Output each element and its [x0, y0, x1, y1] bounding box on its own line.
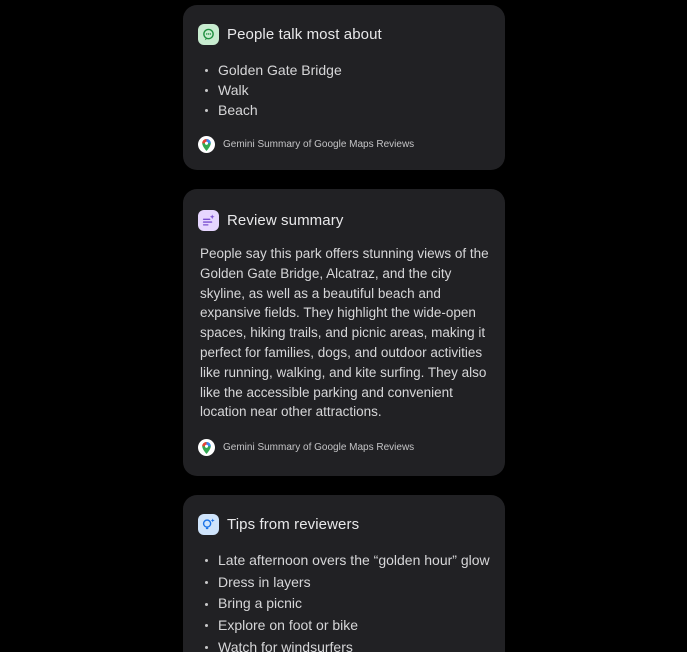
- people-talk-about-card: People talk most about Golden Gate Bridg…: [183, 5, 505, 170]
- tip-item: Explore on foot or bike: [203, 615, 490, 637]
- topic-item[interactable]: Golden Gate Bridge: [203, 60, 342, 80]
- card-header: Tips from reviewers: [198, 514, 359, 535]
- card-title: Review summary: [227, 212, 344, 229]
- card-title: People talk most about: [227, 26, 382, 43]
- tip-item: Late afternoon overs the “golden hour” g…: [203, 550, 490, 572]
- card-header: Review summary: [198, 210, 343, 231]
- card-title: Tips from reviewers: [227, 516, 360, 533]
- lightbulb-sparkle-icon: [198, 514, 219, 535]
- tip-item: Dress in layers: [203, 572, 490, 594]
- tip-item: Watch for windsurfers: [203, 637, 490, 652]
- review-summary-card: Review summary People say this park offe…: [183, 189, 505, 476]
- attribution-text: Gemini Summary of Google Maps Reviews: [223, 442, 415, 453]
- topic-item[interactable]: Walk: [203, 80, 342, 100]
- review-highlights-view: People talk most about Golden Gate Bridg…: [0, 0, 687, 652]
- card-header: People talk most about: [198, 24, 382, 45]
- summary-text: People say this park offers stunning vie…: [200, 246, 489, 420]
- tips-list: Late afternoon overs the “golden hour” g…: [203, 550, 490, 652]
- google-maps-pin-icon: [198, 136, 215, 153]
- tips-from-reviewers-card: Tips from reviewers Late afternoon overs…: [183, 495, 505, 652]
- attribution: Gemini Summary of Google Maps Reviews: [198, 136, 414, 153]
- chat-bubble-icon: [198, 24, 219, 45]
- attribution-text: Gemini Summary of Google Maps Reviews: [223, 139, 415, 150]
- attribution: Gemini Summary of Google Maps Reviews: [198, 439, 414, 456]
- sparkle-text-icon: [198, 210, 219, 231]
- google-maps-pin-icon: [198, 439, 215, 456]
- tip-item: Bring a picnic: [203, 593, 490, 615]
- topic-item[interactable]: Beach: [203, 100, 342, 120]
- topic-list: Golden Gate Bridge Walk Beach: [203, 60, 342, 120]
